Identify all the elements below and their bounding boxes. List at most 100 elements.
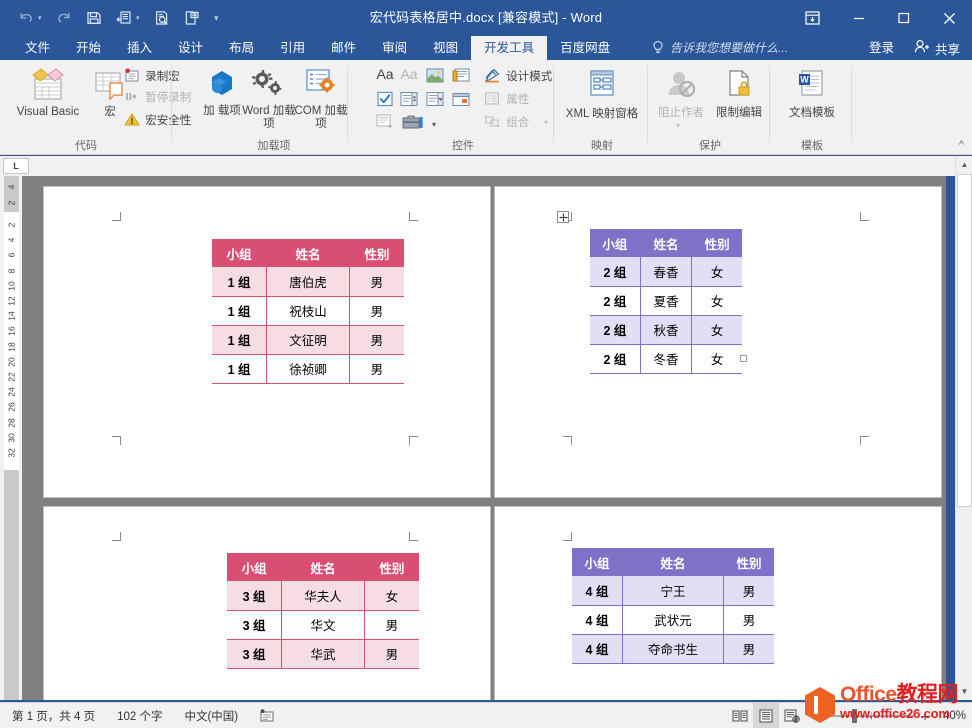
table-cell[interactable]: 3 组 [227,610,282,640]
language-indicator[interactable]: 中文(中国) [184,708,238,724]
table-cell[interactable]: 男 [348,267,404,297]
ribbon-tab-3[interactable]: 设计 [165,36,216,60]
maximize-button[interactable] [881,0,926,36]
ribbon-tab-1[interactable]: 开始 [63,36,114,60]
table-row[interactable]: 2 组冬香女 [590,344,742,374]
table-row[interactable]: 4 组武状元男 [572,605,774,635]
table-cell[interactable]: 男 [348,325,404,355]
table-cell[interactable]: 女 [691,257,742,287]
table-row[interactable]: 4 组夺命书生男 [572,634,774,664]
drop-down-list-content-control-icon[interactable] [424,91,446,111]
design-mode-button[interactable]: 设计模式 [484,68,556,87]
table-cell[interactable]: 男 [722,634,774,664]
combo-box-content-control-icon[interactable] [398,91,420,111]
document-page-3[interactable]: 小组 姓名 性别 3 组华夫人女 3 组华文男 3 组华武男 [43,506,491,700]
building-block-gallery-icon[interactable] [450,68,472,87]
repeating-section-content-control-icon[interactable] [374,114,396,134]
table-column-header[interactable]: 小组 [590,229,641,257]
table-cell[interactable]: 3 组 [227,639,282,669]
document-page-1[interactable]: 小组 姓名 性别 1 组唐伯虎男 1 组祝枝山男 1 组文征明男 1 组徐祯卿男 [43,186,491,498]
ribbon-display-options-icon[interactable] [788,0,836,36]
ribbon-tab-0[interactable]: 文件 [12,36,63,60]
table-cell[interactable]: 冬香 [639,344,692,374]
table-cell[interactable]: 4 组 [572,605,623,635]
table-cell[interactable]: 男 [722,605,774,635]
table-cell[interactable]: 夏香 [639,286,692,316]
table-cell[interactable]: 男 [363,610,419,640]
table-cell[interactable]: 4 组 [572,576,623,606]
ribbon-tab-9[interactable]: 开发工具 [471,36,548,60]
minimize-button[interactable] [836,0,881,36]
sign-in-button[interactable]: 登录 [857,36,906,60]
ribbon-tab-5[interactable]: 引用 [267,36,318,60]
table-row[interactable]: 2 组夏香女 [590,286,742,316]
table-row[interactable]: 1 组唐伯虎男 [212,267,404,297]
vertical-scrollbar-track[interactable] [956,508,972,683]
check-box-content-control-icon[interactable] [374,91,396,111]
table-cell[interactable]: 2 组 [590,286,641,316]
table-cell[interactable]: 华夫人 [281,581,365,611]
table-cell[interactable]: 祝枝山 [266,296,350,326]
xml-mapping-pane-button[interactable]: XML 映射窗格 [556,68,648,121]
table-cell[interactable]: 1 组 [212,296,267,326]
table-column-header[interactable]: 小组 [212,239,267,267]
table-cell[interactable]: 2 组 [590,344,641,374]
table-cell[interactable]: 男 [348,296,404,326]
vertical-scrollbar[interactable]: ▲ ▼ [955,156,972,700]
print-layout-view-button[interactable] [752,703,779,728]
table-cell[interactable]: 女 [691,344,742,374]
table-row[interactable]: 1 组祝枝山男 [212,296,404,326]
table-cell[interactable]: 宁王 [622,576,724,606]
document-page-4[interactable]: 小组 姓名 性别 4 组宁王男 4 组武状元男 4 组夺命书生男 [494,506,942,700]
vertical-ruler[interactable]: 4 2 2 4 6 8 10 12 14 16 18 20 22 24 26 28 30 32 [0,176,22,700]
word-count[interactable]: 102 个字 [117,708,162,724]
table-group-4[interactable]: 小组 姓名 性别 4 组宁王男 4 组武状元男 4 组夺命书生男 [572,548,774,664]
table-group-3[interactable]: 小组 姓名 性别 3 组华夫人女 3 组华文男 3 组华武男 [227,553,419,669]
table-row[interactable]: 1 组徐祯卿男 [212,354,404,384]
table-cell[interactable]: 女 [363,581,419,611]
ribbon-tab-2[interactable]: 插入 [114,36,165,60]
table-row[interactable]: 3 组华夫人女 [227,581,419,611]
table-cell[interactable]: 秋香 [639,315,692,345]
table-cell[interactable]: 唐伯虎 [266,267,350,297]
table-cell[interactable]: 男 [348,354,404,384]
document-page-2[interactable]: 小组 姓名 性别 2 组春香女 2 组夏香女 2 组秋香女 2 组冬香女 [494,186,942,498]
ribbon-tab-7[interactable]: 审阅 [369,36,420,60]
table-column-header[interactable]: 姓名 [281,553,365,581]
table-cell[interactable]: 华武 [281,639,365,669]
com-add-ins-button[interactable]: COM 加载项 [294,66,348,131]
proofing-errors-icon[interactable] [260,709,275,723]
date-picker-content-control-icon[interactable] [450,91,472,111]
table-cell[interactable]: 4 组 [572,634,623,664]
page-indicator[interactable]: 第 1 页，共 4 页 [12,708,95,724]
add-ins-button[interactable]: 加 载项 [202,66,242,118]
word-add-ins-button[interactable]: Word 加载项 [242,66,296,131]
table-cell[interactable]: 2 组 [590,315,641,345]
tab-stop-selector[interactable]: L [3,158,29,174]
table-row[interactable]: 4 组宁王男 [572,576,774,606]
table-row[interactable]: 2 组秋香女 [590,315,742,345]
ribbon-tab-10[interactable]: 百度网盘 [547,36,623,60]
table-cell[interactable]: 3 组 [227,581,282,611]
close-button[interactable] [926,0,972,36]
rich-text-content-control-icon[interactable]: Aa [374,67,396,81]
table-cell[interactable]: 1 组 [212,325,267,355]
table-row[interactable]: 2 组春香女 [590,257,742,287]
visual-basic-button[interactable]: Visual Basic [6,65,90,119]
legacy-tools-icon[interactable]: ▾ [398,114,436,134]
table-column-header[interactable]: 小组 [227,553,282,581]
read-mode-view-button[interactable] [727,703,753,728]
restrict-editing-button[interactable]: 限制编辑 [710,68,768,120]
table-group-2[interactable]: 小组 姓名 性别 2 组春香女 2 组夏香女 2 组秋香女 2 组冬香女 [590,229,742,374]
picture-content-control-icon[interactable] [424,68,446,87]
plain-text-content-control-icon[interactable]: Aa [398,67,420,81]
table-column-header[interactable]: 姓名 [639,229,692,257]
document-canvas[interactable]: 小组 姓名 性别 1 组唐伯虎男 1 组祝枝山男 1 组文征明男 1 组徐祯卿男 小组 姓名性… [22,176,946,700]
tell-me-input[interactable]: 告诉我您想要做什么... [670,36,788,60]
table-cell[interactable]: 男 [722,576,774,606]
table-cell[interactable]: 2 组 [590,257,641,287]
share-button[interactable]: 共享 [905,36,972,60]
web-layout-view-button[interactable] [779,703,805,728]
table-row[interactable]: 1 组文征明男 [212,325,404,355]
macro-security-button[interactable]: 宏安全性 [124,112,202,131]
